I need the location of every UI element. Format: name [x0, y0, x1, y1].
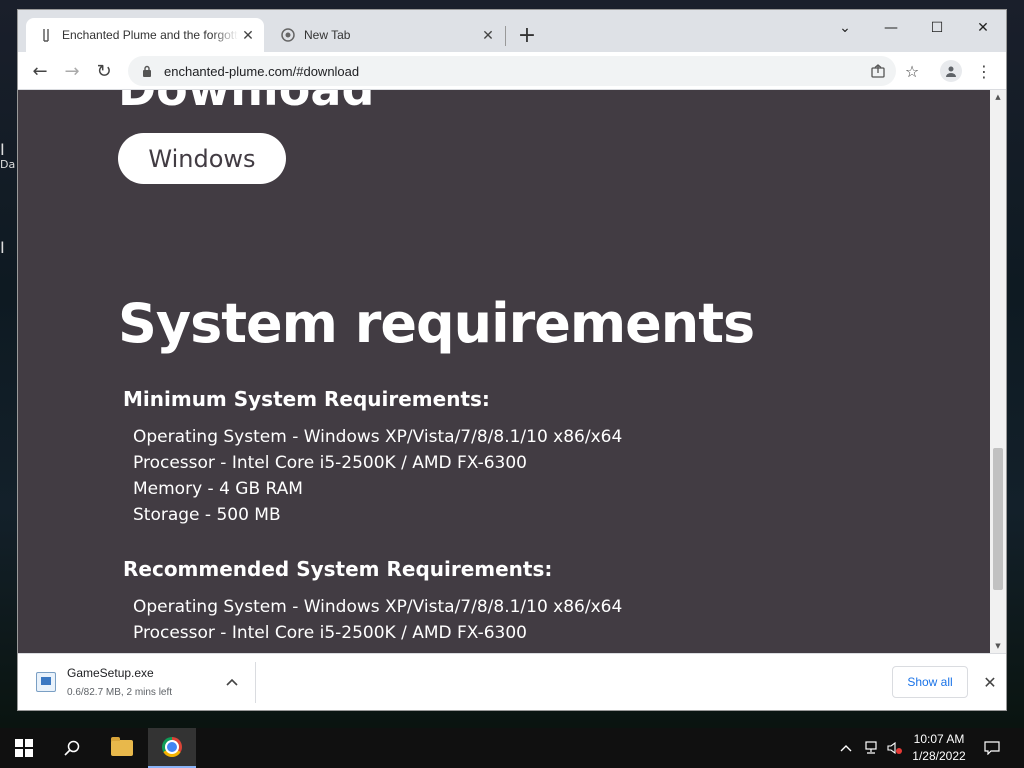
address-bar[interactable]: enchanted-plume.com/#download — [128, 56, 896, 86]
menu-kebab-icon[interactable]: ⋮ — [970, 57, 998, 85]
download-heading: Download — [118, 90, 374, 116]
search-icon[interactable] — [48, 728, 96, 768]
recommended-requirements-title: Recommended System Requirements: — [123, 557, 553, 581]
url-text[interactable]: enchanted-plume.com/#download — [164, 64, 359, 79]
download-shelf: GameSetup.exe 0.6/82.7 MB, 2 mins left S… — [18, 653, 1006, 710]
close-download-bar-icon[interactable]: ✕ — [978, 670, 1002, 694]
download-filename: GameSetup.exe — [67, 666, 154, 680]
lock-icon[interactable] — [140, 65, 154, 77]
minimize-button[interactable]: — — [868, 14, 914, 42]
network-icon[interactable] — [860, 728, 882, 768]
tab-search-icon[interactable]: ⌄ — [822, 14, 868, 42]
system-clock[interactable]: 10:07 AM 1/28/2022 — [900, 731, 978, 765]
clock-date: 1/28/2022 — [912, 749, 966, 763]
list-item: Storage - 500 MB — [133, 505, 281, 525]
new-tab-button[interactable]: + — [515, 24, 539, 48]
desktop-icon-fragment-2[interactable]: I — [0, 238, 5, 257]
maximize-button[interactable]: ☐ — [914, 14, 960, 42]
installer-file-icon — [36, 672, 56, 692]
list-item: Operating System - Windows XP/Vista/7/8/… — [133, 427, 623, 447]
list-item: Memory - 4 GB RAM — [133, 479, 303, 499]
plume-favicon-icon — [38, 27, 54, 43]
notifications-icon[interactable] — [980, 728, 1004, 768]
page-scrollbar[interactable]: ▲ ▼ — [990, 90, 1006, 653]
scroll-up-arrow-icon[interactable]: ▲ — [990, 90, 1006, 104]
bookmark-star-icon[interactable]: ☆ — [898, 57, 926, 85]
minimum-requirements-title: Minimum System Requirements: — [123, 387, 490, 411]
browser-window: Enchanted Plume and the forgotten ✕ New … — [18, 10, 1006, 710]
download-item[interactable]: GameSetup.exe 0.6/82.7 MB, 2 mins left — [18, 654, 256, 710]
chrome-favicon-icon — [280, 27, 296, 43]
tab-close-icon[interactable]: ✕ — [478, 25, 498, 45]
back-button[interactable]: ← — [26, 57, 54, 85]
list-item: Processor - Intel Core i5-2500K / AMD FX… — [133, 453, 527, 473]
tab-title: New Tab — [304, 28, 351, 42]
reload-button[interactable]: ↻ — [90, 57, 118, 85]
show-all-button[interactable]: Show all — [892, 666, 968, 698]
start-button[interactable] — [0, 728, 48, 768]
desktop-icon-fragment[interactable]: I — [0, 140, 5, 159]
clock-time: 10:07 AM — [913, 732, 965, 746]
close-window-button[interactable]: ✕ — [960, 14, 1006, 42]
tab-separator — [505, 26, 506, 46]
download-status: 0.6/82.7 MB, 2 mins left — [67, 687, 173, 698]
windows-download-button[interactable]: Windows — [118, 133, 286, 184]
tab-strip: Enchanted Plume and the forgotten ✕ New … — [18, 10, 1006, 52]
profile-avatar-icon[interactable] — [940, 60, 962, 82]
desktop-icon-label[interactable]: Da — [0, 158, 15, 171]
list-item: Operating System - Windows XP/Vista/7/8/… — [133, 597, 623, 617]
tab-close-icon[interactable]: ✕ — [238, 25, 258, 45]
tab-new-tab[interactable]: New Tab ✕ — [268, 18, 504, 52]
taskbar: 10:07 AM 1/28/2022 — [0, 728, 1024, 768]
list-item: Processor - Intel Core i5-2500K / AMD FX… — [133, 623, 527, 643]
recommended-requirements-list: Operating System - Windows XP/Vista/7/8/… — [133, 594, 622, 646]
browser-toolbar: ← → ↻ enchanted-plume.com/#download ☆ ⋮ — [18, 52, 1006, 90]
scrollbar-thumb[interactable] — [993, 448, 1003, 590]
chevron-up-icon[interactable] — [222, 672, 242, 692]
chevron-up-tray-icon[interactable] — [836, 728, 856, 768]
download-separator — [255, 662, 256, 703]
share-icon[interactable] — [866, 59, 890, 83]
scroll-down-arrow-icon[interactable]: ▼ — [990, 639, 1006, 653]
tab-enchanted-plume[interactable]: Enchanted Plume and the forgotten ✕ — [26, 18, 264, 52]
tab-title: Enchanted Plume and the forgotten — [62, 28, 238, 42]
minimum-requirements-list: Operating System - Windows XP/Vista/7/8/… — [133, 424, 622, 528]
windows-logo-icon — [15, 739, 33, 757]
chrome-taskbar-icon[interactable] — [148, 728, 196, 768]
file-explorer-icon[interactable] — [98, 728, 146, 768]
web-page: Download Windows System requirements Min… — [18, 90, 990, 653]
forward-button[interactable]: → — [58, 57, 86, 85]
system-requirements-heading: System requirements — [118, 292, 755, 355]
